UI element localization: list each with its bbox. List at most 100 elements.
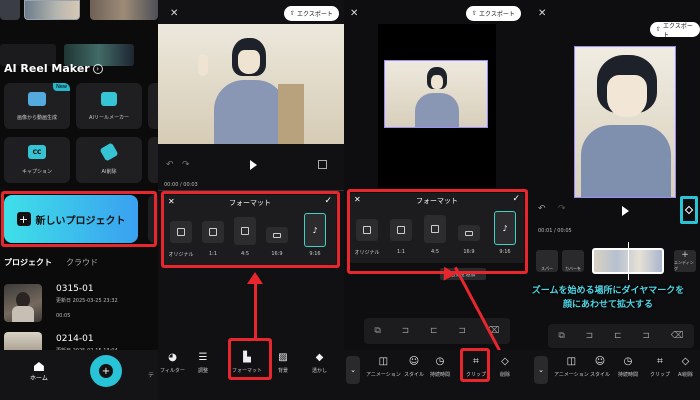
create-button[interactable]: +: [90, 355, 122, 387]
cover-button[interactable]: カバーを: [562, 250, 584, 272]
ai-reel-maker-tile[interactable]: AIリールメーカー: [76, 83, 142, 129]
caption-tile[interactable]: CC キャプション: [4, 137, 70, 183]
upload-icon: ⇧: [472, 10, 478, 17]
collapse-button[interactable]: ⌄: [346, 356, 360, 384]
export-button[interactable]: ⇧ エクスポート: [284, 6, 339, 21]
tile-label: AI削除: [101, 169, 117, 175]
export-button[interactable]: ⇧ エクスポート: [650, 22, 700, 39]
cc-icon: CC: [28, 145, 46, 159]
editor-crop-panel: ✕ ⇧ エクスポート 音楽を追加 ✕ フォーマット ✓ ♪ オリジナル 1:1 …: [344, 0, 532, 400]
redo-icon[interactable]: ↷: [558, 204, 566, 214]
trim-icon[interactable]: ⊐: [642, 331, 650, 341]
recent-thumbnails[interactable]: [0, 0, 158, 22]
trim-icon[interactable]: ⊐: [458, 326, 466, 336]
tool-duration[interactable]: ◷ 持続時間: [430, 354, 450, 379]
eraser-icon: [99, 142, 119, 162]
upload-icon: ⇧: [290, 10, 296, 17]
arrow-shaft: [254, 282, 257, 338]
fullscreen-icon[interactable]: [318, 160, 327, 169]
tool-style[interactable]: ☺ スタイル: [404, 354, 424, 379]
format-sheet-highlight: [347, 189, 528, 274]
split-icon[interactable]: ⊐: [586, 331, 594, 341]
tool-animation[interactable]: ◫ アニメーション: [554, 354, 589, 379]
tile-label: 画像から動画生成: [16, 115, 57, 121]
tile-label: AIリールメーカー: [89, 115, 129, 121]
undo-icon[interactable]: ↶: [166, 160, 174, 170]
export-button[interactable]: ⇧ エクスポート: [466, 6, 521, 21]
export-label: エクスポート: [663, 22, 693, 39]
section-title: AI Reel Maker: [4, 62, 90, 75]
tool-animation[interactable]: ◫ アニメーション: [366, 354, 401, 379]
video-preview[interactable]: [574, 46, 676, 198]
project-updated: 更新日 2025-03-25 23:32: [56, 298, 118, 304]
close-icon[interactable]: ✕: [350, 8, 358, 19]
tool-adjust[interactable]: ☰ 調整: [196, 350, 210, 375]
split-icon[interactable]: ⊐: [402, 326, 410, 336]
home-panel: AI Reel Maker › New 画像から動画生成 AIリールメーカー C…: [0, 0, 158, 400]
close-icon[interactable]: ✕: [538, 8, 546, 19]
new-project-highlight: [1, 191, 157, 247]
split-icon[interactable]: ⊏: [614, 331, 622, 341]
bottom-toolbar: ⌄ ◫ アニメーション ☺ スタイル ◷ 持続時間 ⌗ クリップ ◇ 削除: [344, 350, 532, 400]
ai-remove-tile[interactable]: AI削除: [76, 137, 142, 183]
undo-icon[interactable]: ↶: [538, 204, 546, 214]
style-icon: ☺: [594, 355, 606, 367]
project-item[interactable]: 0315-01 更新日 2025-03-25 23:32 00:05: [4, 280, 154, 324]
play-icon[interactable]: [250, 160, 257, 170]
new-badge: New: [53, 83, 70, 91]
arrow-head: [247, 272, 263, 284]
timeline[interactable]: スパー カバーを + エンディング: [532, 242, 700, 280]
tool-watermark[interactable]: ◆ 透かし: [312, 350, 327, 375]
redo-icon[interactable]: ↷: [182, 160, 190, 170]
keyframe-button[interactable]: [680, 196, 698, 224]
tool-ai-remove[interactable]: ◇ AI削除: [678, 354, 693, 379]
background-icon: ▨: [278, 351, 288, 363]
close-icon[interactable]: ✕: [170, 8, 178, 19]
video-preview[interactable]: [384, 60, 488, 128]
tool-filter[interactable]: ◕ フィルター: [160, 350, 185, 375]
nav-partial-tab[interactable]: テ: [148, 370, 154, 379]
split-icon[interactable]: ⊏: [430, 326, 438, 336]
drop-icon: ◆: [315, 351, 324, 363]
reel-icon: [101, 92, 117, 106]
plus-icon: +: [681, 250, 689, 260]
tool-delete[interactable]: ◇ 削除: [498, 354, 512, 379]
tile-partial[interactable]: [148, 83, 158, 129]
image-to-video-tile[interactable]: New 画像から動画生成: [4, 83, 70, 129]
mute-button[interactable]: スパー: [536, 250, 558, 272]
edit-strip: ⧉ ⊐ ⊏ ⊐ ⌫: [548, 324, 694, 348]
time-readout: 00:00 / 00:03: [164, 182, 198, 188]
project-duration: 00:05: [56, 313, 71, 319]
tab-cloud[interactable]: クラウド: [66, 257, 98, 268]
clock-icon: ◷: [623, 355, 633, 367]
format-tool-highlight: [228, 338, 272, 380]
tile-partial[interactable]: [148, 137, 158, 183]
tab-projects[interactable]: プロジェクト: [4, 257, 52, 268]
editor-format-panel: ✕ ⇧ エクスポート ↶ ↷ 00:00 / 00:03 ✕ フォーマット ✓ …: [158, 0, 344, 400]
export-label: エクスポート: [479, 11, 515, 18]
home-label: ホーム: [30, 375, 48, 382]
duplicate-icon[interactable]: ⧉: [558, 331, 564, 341]
playhead[interactable]: [628, 242, 629, 280]
delete-icon[interactable]: ⌫: [671, 331, 684, 341]
home-icon: [33, 362, 44, 371]
tile-label: キャプション: [21, 169, 52, 175]
add-clip-button[interactable]: + エンディング: [674, 250, 696, 272]
video-preview[interactable]: [158, 24, 344, 144]
tool-style[interactable]: ☺ スタイル: [590, 354, 610, 379]
play-icon[interactable]: [622, 206, 629, 216]
export-label: エクスポート: [297, 11, 333, 18]
crop-tool-highlight: [460, 348, 490, 382]
video-spark-icon: [28, 92, 46, 106]
home-tab[interactable]: ホーム: [30, 362, 48, 382]
bottom-nav: ホーム + テ: [0, 350, 158, 400]
duplicate-icon[interactable]: ⧉: [374, 326, 380, 336]
project-name: 0214-01: [56, 334, 94, 344]
animation-icon: ◫: [378, 355, 389, 367]
collapse-button[interactable]: ⌄: [534, 356, 548, 384]
tool-duration[interactable]: ◷ 持続時間: [618, 354, 638, 379]
tool-background[interactable]: ▨ 背景: [276, 350, 290, 375]
chevron-right-icon[interactable]: ›: [92, 63, 103, 74]
ai-tool-grid: New 画像から動画生成 AIリールメーカー CC キャプション AI削除: [4, 83, 158, 183]
tool-crop[interactable]: ⌗ クリップ: [650, 354, 670, 379]
